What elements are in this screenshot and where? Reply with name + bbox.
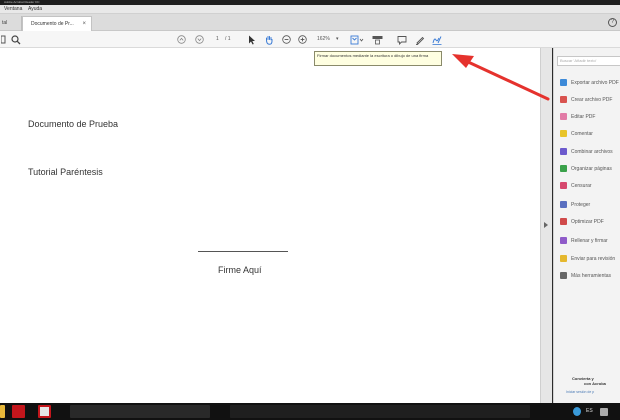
document-page[interactable]: Documento de Prueba Tutorial Paréntesis … (0, 48, 540, 403)
send-review-icon (560, 255, 567, 262)
chevron-down-icon[interactable]: ▾ (336, 34, 339, 45)
organize-pages-icon (560, 165, 567, 172)
tool-combine-files[interactable]: Combinar archivos (560, 146, 620, 157)
menu-bar: Ventana Ayuda (0, 5, 620, 14)
menu-ventana[interactable]: Ventana (4, 5, 22, 14)
export-pdf-icon (560, 79, 567, 86)
collapse-pane-icon[interactable] (544, 222, 548, 228)
menu-ayuda[interactable]: Ayuda (28, 5, 42, 14)
zoom-level[interactable]: 162% (317, 34, 330, 45)
page-number-input[interactable]: 1 (216, 34, 219, 45)
tools-pane: Buscar 'Añadir texto' Exportar archivo P… (553, 48, 620, 403)
signature-line (198, 251, 288, 252)
fill-sign-icon (560, 237, 567, 244)
create-pdf-icon (560, 96, 567, 103)
more-tools-icon (560, 272, 567, 279)
acrobat-window-icon[interactable] (38, 405, 51, 418)
network-icon[interactable] (573, 407, 581, 416)
tool-optimize-pdf[interactable]: Optimizar PDF (560, 216, 620, 227)
close-icon[interactable]: × (82, 17, 86, 31)
sign-icon[interactable] (431, 34, 442, 45)
tab-document[interactable]: Documento de Pr... × (22, 16, 92, 31)
page-total: / 1 (225, 36, 231, 42)
combine-files-icon (560, 148, 567, 155)
edit-pdf-icon (560, 113, 567, 120)
screen: Adobe Acrobat Reader DC Ventana Ayuda ta… (0, 0, 620, 420)
hand-tool-icon[interactable] (263, 34, 274, 45)
signature-label: Firme Aquí (218, 265, 262, 275)
sign-in-link[interactable]: Iniciar sesión de p (566, 390, 594, 394)
tool-redact[interactable]: Censurar (560, 180, 620, 191)
zoom-out-icon[interactable] (281, 34, 292, 45)
highlight-pen-icon[interactable] (414, 34, 425, 45)
comment-tool-icon (560, 130, 567, 137)
read-mode-icon[interactable] (371, 34, 383, 45)
document-heading: Documento de Prueba (28, 119, 119, 129)
language-indicator[interactable]: ES (586, 407, 593, 416)
shield-icon (560, 201, 567, 208)
taskbar: ES (0, 403, 620, 420)
toolbar: 1 / 1 162% ▾ (0, 31, 620, 48)
tools-search-input[interactable]: Buscar 'Añadir texto' (557, 56, 620, 66)
taskbar-thumbnails-2 (230, 405, 530, 418)
tab-bar: tal Documento de Pr... × ? (0, 14, 620, 31)
page-down-icon[interactable] (194, 34, 205, 45)
acrobat-icon[interactable] (12, 405, 25, 418)
select-cursor-icon[interactable] (246, 34, 257, 45)
comment-icon[interactable] (396, 34, 407, 45)
fit-page-icon[interactable] (349, 34, 365, 45)
search-icon[interactable] (10, 34, 22, 45)
page-up-icon[interactable] (176, 34, 187, 45)
help-icon[interactable]: ? (608, 18, 617, 27)
tab-document-label: Documento de Pr... (31, 21, 74, 27)
tool-more-tools[interactable]: Más herramientas (560, 270, 620, 281)
zoom-in-icon[interactable] (297, 34, 308, 45)
taskbar-thumbnails (70, 405, 210, 418)
sign-tooltip: Firmar documentos mediante la escritura … (314, 51, 442, 66)
save-icon[interactable] (0, 34, 6, 45)
tool-send-review[interactable]: Enviar para revisión (560, 253, 620, 264)
tab-tools[interactable]: tal (0, 16, 22, 31)
document-subheading: Tutorial Paréntesis (28, 167, 103, 177)
tool-edit-pdf[interactable]: Editar PDF (560, 111, 620, 122)
tool-protect[interactable]: Proteger (560, 199, 620, 210)
flag-icon[interactable] (600, 408, 608, 416)
pane-divider[interactable] (540, 48, 552, 403)
tool-organize-pages[interactable]: Organizar páginas (560, 163, 620, 174)
redact-icon (560, 182, 567, 189)
tool-fill-sign[interactable]: Rellenar y firmar (560, 235, 620, 246)
promo-line-2: con Acroba (584, 381, 606, 386)
tool-export-pdf[interactable]: Exportar archivo PDF (560, 77, 620, 88)
folder-icon[interactable] (0, 405, 5, 418)
optimize-pdf-icon (560, 218, 567, 225)
tool-comment[interactable]: Comentar (560, 128, 620, 139)
tool-create-pdf[interactable]: Crear archivo PDF (560, 94, 620, 105)
